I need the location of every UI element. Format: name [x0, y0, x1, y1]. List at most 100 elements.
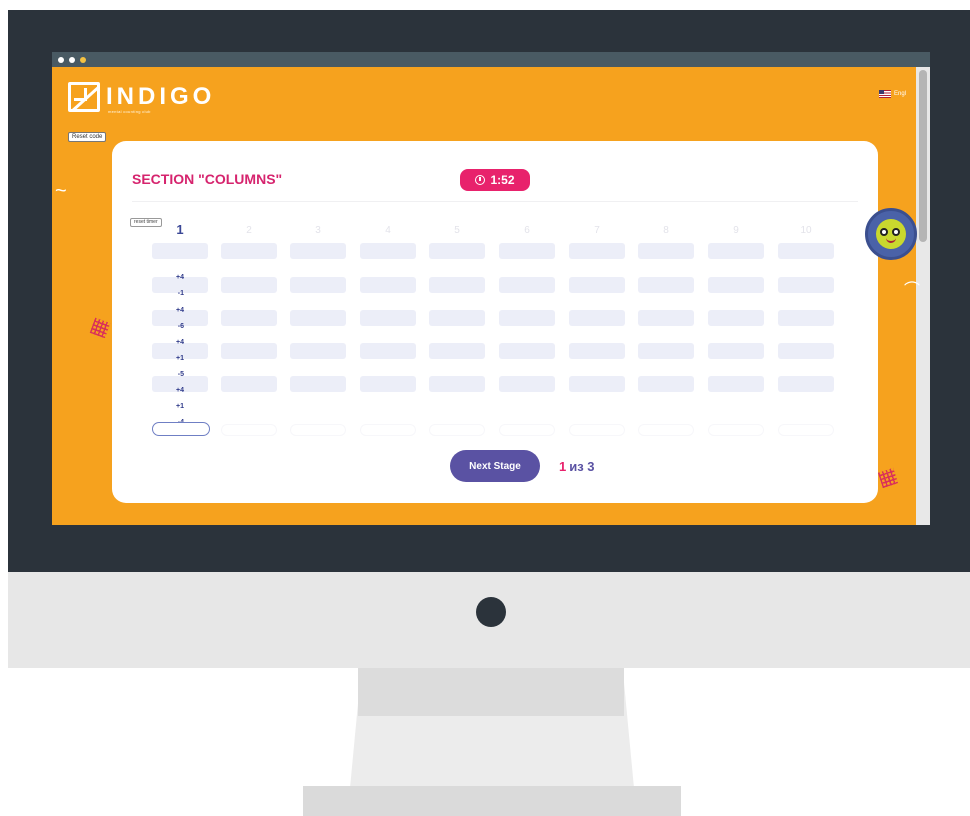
- column-header: 9: [733, 225, 739, 236]
- stage-progress: 1 из 3: [559, 459, 595, 474]
- grid-cell: [429, 243, 485, 259]
- column-number: +4: [176, 307, 184, 314]
- column-number: -6: [177, 323, 184, 330]
- grid-cell: [778, 310, 834, 326]
- window-dot-maximize[interactable]: [80, 57, 86, 63]
- grid-cell: [638, 277, 694, 293]
- grid-cell: [778, 343, 834, 359]
- column-header: 1: [176, 222, 184, 237]
- timer-value: 1:52: [490, 173, 515, 187]
- grid-cell: [638, 376, 694, 392]
- column-header: 8: [663, 225, 669, 236]
- answer-input-inactive: [360, 424, 416, 436]
- stage-current: 1: [559, 459, 567, 474]
- grid-cell: [429, 343, 485, 359]
- column-number: +4: [176, 274, 184, 281]
- grid-cell: [499, 343, 555, 359]
- brand-name: INDIGO: [106, 83, 216, 110]
- answer-input-inactive: [569, 424, 625, 436]
- grid-cell: [569, 243, 625, 259]
- mascot-avatar[interactable]: [865, 208, 917, 260]
- countdown-timer: 1:52: [460, 169, 530, 191]
- monitor-stand-shade: [358, 668, 624, 716]
- monitor-illustration: INDIGO mental counting club Engl Reset c…: [0, 0, 970, 816]
- column-number: +4: [176, 339, 184, 346]
- mascot-mouth-icon: [886, 238, 896, 243]
- language-label: Engl: [894, 91, 907, 97]
- window-dot-minimize[interactable]: [69, 57, 75, 63]
- grid-cell: [290, 277, 346, 293]
- grid-cell: [499, 310, 555, 326]
- grid-cell: [360, 243, 416, 259]
- grid-cell: [569, 376, 625, 392]
- grid-cell: [221, 310, 277, 326]
- answer-input-inactive: [708, 424, 764, 436]
- grid-cell: [429, 310, 485, 326]
- mascot-face-icon: [876, 219, 906, 249]
- column-header: 7: [594, 225, 600, 236]
- stage-total: из 3: [569, 459, 595, 474]
- grid-decoration-icon: [877, 467, 899, 489]
- grid-cell: [429, 376, 485, 392]
- grid-cell: [569, 310, 625, 326]
- grid-cell: [499, 243, 555, 259]
- answer-input-inactive: [778, 424, 834, 436]
- grid-cell: [638, 243, 694, 259]
- arc-decoration-icon: ⌒: [904, 282, 921, 299]
- grid-cell: [360, 277, 416, 293]
- answer-input-inactive: [221, 424, 277, 436]
- grid-cell: [429, 277, 485, 293]
- app-screen: INDIGO mental counting club Engl Reset c…: [52, 52, 930, 525]
- mascot-eye-icon: [892, 228, 900, 236]
- grid-cell: [360, 310, 416, 326]
- grid-cell: [708, 310, 764, 326]
- grid-cell: [708, 376, 764, 392]
- next-stage-button[interactable]: Next Stage: [450, 450, 540, 482]
- section-title: SECTION "COLUMNS": [132, 171, 283, 187]
- grid-cell: [360, 343, 416, 359]
- grid-cell: [221, 277, 277, 293]
- grid-cell: [152, 243, 208, 259]
- divider: [132, 201, 858, 202]
- grid-cell: [638, 343, 694, 359]
- column-number: -1: [177, 290, 184, 297]
- column-header: 10: [800, 225, 812, 236]
- brand-logo[interactable]: INDIGO: [68, 82, 215, 112]
- column-number: -5: [177, 371, 184, 378]
- us-flag-icon: [879, 90, 891, 98]
- column-header: 4: [385, 225, 391, 236]
- grid-cell: [569, 343, 625, 359]
- grid-cell: [708, 343, 764, 359]
- answer-input-inactive: [429, 424, 485, 436]
- reset-code-button[interactable]: Reset code: [68, 132, 107, 142]
- grid-cell: [778, 376, 834, 392]
- grid-cell: [499, 277, 555, 293]
- grid-cell: [708, 277, 764, 293]
- mascot-eye-icon: [880, 228, 888, 236]
- exercise-card: SECTION "COLUMNS" 1:52 reset timer 1 2 3…: [112, 141, 917, 503]
- window-dot-close[interactable]: [58, 57, 64, 63]
- window-titlebar: [52, 52, 930, 67]
- grid-cell: [499, 376, 555, 392]
- grid-cell: [638, 310, 694, 326]
- answer-input-inactive: [638, 424, 694, 436]
- column-number: +4: [176, 387, 184, 394]
- language-selector[interactable]: Engl: [879, 90, 906, 98]
- grid-cell: [569, 277, 625, 293]
- grid-cell: [221, 376, 277, 392]
- logo-mark-icon: [68, 82, 100, 112]
- column-header: 6: [524, 225, 530, 236]
- monitor-stand-base: [303, 786, 681, 816]
- answer-input[interactable]: [152, 422, 210, 436]
- grid-decoration-icon: [89, 317, 111, 339]
- grid-cell: [290, 343, 346, 359]
- grid-cell: [290, 376, 346, 392]
- monitor-logo-dot: [476, 597, 506, 627]
- scrollbar-thumb[interactable]: [919, 70, 927, 242]
- grid-cell: [778, 277, 834, 293]
- grid-cell: [778, 243, 834, 259]
- grid-cell: [221, 343, 277, 359]
- answer-input-inactive: [499, 424, 555, 436]
- grid-cell: [290, 243, 346, 259]
- grid-cell: [290, 310, 346, 326]
